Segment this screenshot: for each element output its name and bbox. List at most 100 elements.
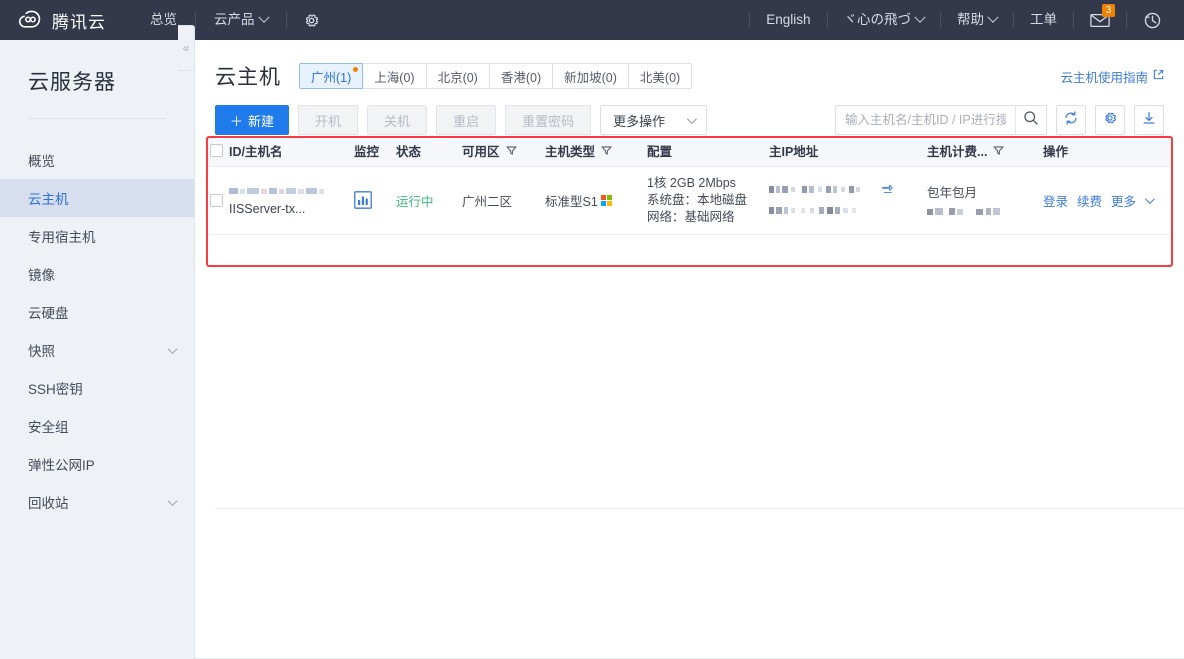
region-tab-label: 上海(0) [374, 70, 415, 85]
language-label: English [766, 12, 811, 27]
region-tab-label: 新加坡(0) [564, 70, 617, 85]
page-title: 云主机 [215, 66, 281, 89]
login-action[interactable]: 登录 [1043, 191, 1068, 210]
reset-password-label: 重置密码 [522, 113, 575, 129]
swap-ip-icon[interactable] [881, 183, 893, 198]
gear-icon [303, 12, 320, 29]
row-select-checkbox[interactable] [210, 193, 223, 207]
region-tab-beijing[interactable]: 北京(0) [426, 63, 490, 89]
user-account-menu[interactable]: ヾ心の飛づ [826, 11, 941, 29]
top-right-nav: English ヾ心の飛づ 帮助 工单 3 [749, 0, 1184, 40]
column-label: 主机计费... [927, 145, 988, 160]
sidebar-collapse-button[interactable]: « [178, 25, 195, 71]
region-tab-singapore[interactable]: 新加坡(0) [553, 63, 629, 89]
column-label: 操作 [1043, 145, 1069, 160]
reset-password-button[interactable]: 重置密码 [505, 105, 592, 135]
history-clock-icon [1143, 11, 1162, 30]
search-input[interactable] [836, 106, 1015, 134]
renew-action[interactable]: 续费 [1077, 191, 1102, 210]
region-tab-hongkong[interactable]: 香港(0) [489, 63, 554, 89]
top-nav-products[interactable]: 云产品 [195, 11, 286, 29]
top-nav-settings[interactable] [285, 11, 336, 29]
region-tab-shanghai[interactable]: 上海(0) [363, 63, 427, 89]
search-button[interactable] [1015, 106, 1046, 134]
sidebar-item-label: 弹性公网IP [28, 458, 95, 473]
bar-chart-monitor-icon[interactable] [354, 191, 396, 209]
config-line-network: 网络：基础网络 [647, 209, 735, 224]
messages-button[interactable]: 3 [1073, 3, 1126, 29]
select-all-checkbox[interactable] [210, 144, 223, 158]
top-nav-overview-label: 总览 [150, 12, 177, 27]
export-download-button[interactable] [1134, 105, 1164, 135]
column-label: ID/主机名 [229, 145, 283, 160]
sidebar-item-cloud-disk[interactable]: 云硬盘 [0, 293, 194, 331]
chevron-down-icon[interactable] [1145, 193, 1155, 204]
region-tab-north-america[interactable]: 北美(0) [628, 63, 693, 89]
chevron-down-icon [987, 11, 999, 23]
column-settings-button[interactable] [1095, 105, 1125, 135]
filter-funnel-icon[interactable] [993, 144, 1004, 158]
chevron-down-icon [914, 11, 926, 23]
instance-hostname[interactable]: IISServer-tx... [229, 202, 325, 216]
language-switch[interactable]: English [749, 11, 826, 29]
instance-id-redacted [229, 185, 325, 199]
user-guide-link[interactable]: 云主机使用指南 [1060, 67, 1164, 86]
external-link-icon [1153, 69, 1164, 83]
more-actions-dropdown[interactable]: 更多操作 [600, 105, 708, 135]
status-badge: 运行中 [396, 194, 434, 209]
table-header-row: ID/主机名 监控 状态 可用区 主机类型 配置 主IP地址 主机计费... 操… [206, 136, 1173, 167]
column-monitor: 监控 [354, 136, 396, 167]
cell-status: 运行中 [396, 166, 462, 235]
top-nav: 总览 云产品 [132, 0, 336, 40]
more-action[interactable]: 更多 [1111, 191, 1136, 210]
region-tab-guangzhou[interactable]: 广州(1) [299, 63, 364, 89]
table-row: IISServer-tx... 运行中 广州二区 标准型S1 1核 2GB 2M… [206, 166, 1173, 235]
cell-id-hostname: IISServer-tx... [206, 166, 354, 235]
sidebar-item-recycle-bin[interactable]: 回收站 [0, 483, 194, 521]
sidebar-item-elastic-ip[interactable]: 弹性公网IP [0, 445, 194, 483]
refresh-button[interactable] [1056, 105, 1086, 135]
region-tab-label: 广州(1) [311, 70, 352, 85]
column-zone: 可用区 [462, 136, 545, 167]
tickets-link[interactable]: 工单 [1013, 11, 1073, 29]
region-tab-label: 北美(0) [639, 70, 681, 85]
billing-type: 包年包月 [927, 185, 978, 200]
cell-host-type: 标准型S1 [545, 166, 647, 235]
sidebar-divider [28, 118, 166, 119]
filter-funnel-icon[interactable] [505, 144, 517, 158]
cell-main-ip [769, 166, 927, 235]
download-icon [1141, 110, 1157, 131]
sidebar-item-ssh-key[interactable]: SSH密钥 [0, 369, 194, 407]
sidebar-item-snapshot[interactable]: 快照 [0, 331, 194, 369]
brand-logo-area[interactable]: 腾讯云 [0, 8, 132, 33]
cloud-logo-icon [18, 10, 44, 30]
create-instance-button[interactable]: ＋ 新建 [215, 105, 290, 135]
history-button[interactable] [1126, 11, 1178, 29]
column-label: 配置 [647, 145, 673, 160]
sidebar-item-cloud-host[interactable]: 云主机 [0, 179, 194, 217]
message-count-badge: 3 [1102, 3, 1115, 17]
sidebar-menu: 概览 云主机 专用宿主机 镜像 云硬盘 快照 SSH密钥 安全组 弹性公网IP … [0, 141, 194, 521]
sidebar-item-label: 镜像 [28, 268, 55, 283]
sidebar-item-images[interactable]: 镜像 [0, 255, 194, 293]
column-host-type: 主机类型 [545, 136, 647, 167]
power-off-button[interactable]: 关机 [367, 105, 428, 135]
plus-icon: ＋ [230, 113, 244, 129]
collapse-chevron-icon: « [182, 41, 190, 55]
cell-operations: 登录 续费 更多 [1043, 166, 1173, 235]
column-status: 状态 [396, 136, 462, 167]
sidebar-item-overview[interactable]: 概览 [0, 141, 194, 179]
toolbar-right-group [835, 105, 1164, 135]
power-on-label: 开机 [315, 113, 342, 129]
column-label: 主机类型 [545, 145, 596, 160]
help-menu[interactable]: 帮助 [940, 11, 1013, 29]
column-operations: 操作 [1043, 136, 1173, 167]
restart-button[interactable]: 重启 [436, 105, 497, 135]
column-label: 监控 [354, 145, 380, 160]
public-ip-redacted [769, 183, 877, 197]
billing-detail-redacted [927, 205, 1043, 219]
filter-funnel-icon[interactable] [601, 144, 612, 158]
sidebar-item-security-group[interactable]: 安全组 [0, 407, 194, 445]
sidebar-item-dedicated-host[interactable]: 专用宿主机 [0, 217, 194, 255]
power-on-button[interactable]: 开机 [298, 105, 359, 135]
